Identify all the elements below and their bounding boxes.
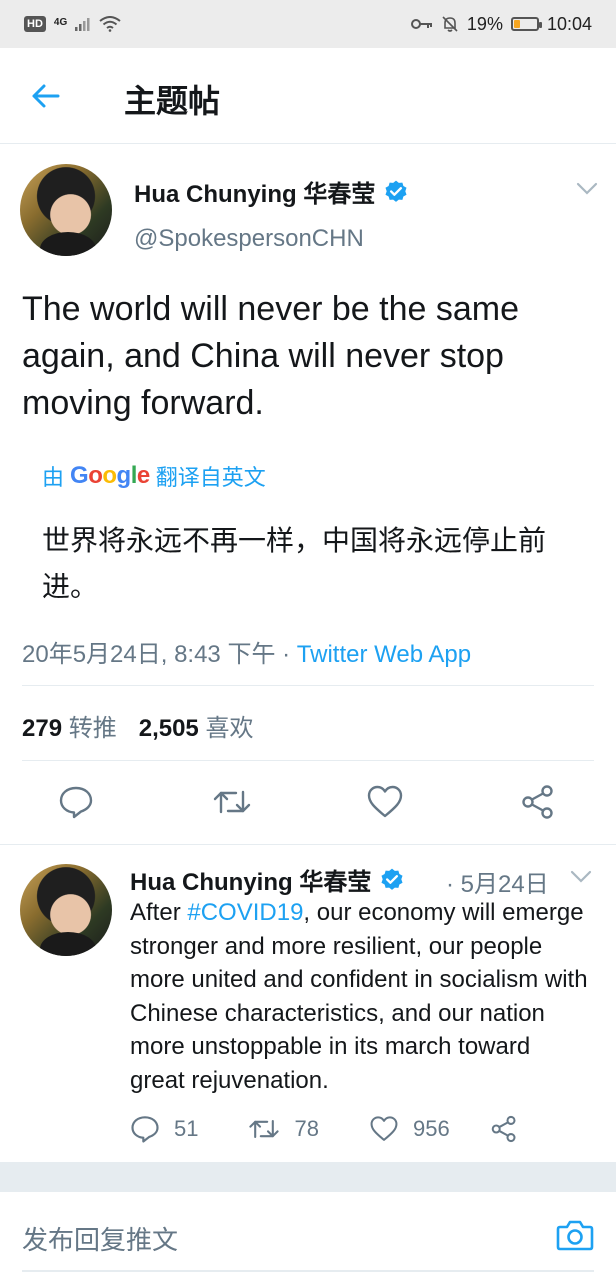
clock-time: 10:04 bbox=[546, 13, 592, 34]
avatar[interactable] bbox=[20, 864, 112, 956]
google-logo: Google bbox=[70, 462, 150, 489]
retweet-button[interactable]: 78 bbox=[248, 1114, 319, 1144]
like-button[interactable]: 956 bbox=[369, 1115, 450, 1143]
retweet-count: 78 bbox=[294, 1116, 319, 1141]
camera-icon bbox=[556, 1220, 594, 1251]
chevron-down-icon[interactable] bbox=[576, 182, 598, 196]
section-separator bbox=[0, 1162, 616, 1192]
likes-label: 喜欢 bbox=[205, 715, 254, 742]
reply-composer: 发布回复推文 bbox=[0, 1192, 616, 1280]
retweets-label: 转推 bbox=[68, 715, 117, 742]
verified-badge-icon bbox=[381, 868, 403, 890]
share-icon[interactable] bbox=[490, 1115, 518, 1143]
tweet-text-start: After bbox=[130, 899, 188, 926]
like-icon[interactable] bbox=[366, 784, 404, 820]
back-button[interactable] bbox=[28, 78, 68, 114]
retweet-icon[interactable] bbox=[212, 784, 252, 820]
wifi-icon bbox=[99, 16, 121, 32]
author-handle[interactable]: @SpokespersonCHN bbox=[134, 225, 409, 253]
like-icon bbox=[370, 1116, 398, 1141]
likes-stat[interactable]: 2,505 喜欢 bbox=[139, 708, 254, 743]
tweet-date: · 5月24日 bbox=[446, 871, 549, 898]
battery-percent: 19% bbox=[466, 13, 503, 34]
translated-by-prefix: 由 bbox=[42, 465, 65, 490]
mute-bell-icon bbox=[442, 16, 458, 32]
signal-icon bbox=[75, 18, 90, 31]
hashtag-link[interactable]: #COVID19 bbox=[187, 899, 303, 926]
retweet-icon bbox=[249, 1119, 280, 1139]
top-app-bar: 主题帖 bbox=[0, 48, 616, 144]
tweet-actions: 51 78 956 bbox=[130, 1114, 518, 1144]
tweet-text-rest: , our economy will emerge stronger and m… bbox=[130, 899, 588, 1094]
reply-button[interactable]: 51 bbox=[130, 1114, 198, 1144]
retweets-stat[interactable]: 279 转推 bbox=[22, 708, 117, 743]
tweet-text: After #COVID19, our economy will emerge … bbox=[130, 896, 590, 1098]
network-type: 4G bbox=[53, 17, 68, 28]
tweet-text: The world will never be the same again, … bbox=[22, 290, 520, 422]
engagement-stats: 279 转推 2,505 喜欢 bbox=[22, 708, 253, 743]
reply-icon bbox=[131, 1116, 159, 1143]
tweet-actions bbox=[0, 784, 616, 844]
avatar[interactable] bbox=[20, 164, 112, 256]
reply-input[interactable]: 发布回复推文 bbox=[22, 1220, 178, 1257]
retweets-count: 279 bbox=[22, 715, 63, 742]
divider bbox=[22, 760, 594, 761]
like-count: 956 bbox=[412, 1116, 450, 1141]
divider bbox=[0, 844, 616, 845]
hd-icon: HD bbox=[24, 16, 46, 32]
source-app-link[interactable]: Twitter Web App bbox=[297, 641, 471, 668]
battery-icon bbox=[510, 17, 542, 31]
camera-button[interactable] bbox=[556, 1218, 594, 1257]
input-underline bbox=[22, 1270, 594, 1272]
page-title: 主题帖 bbox=[124, 83, 221, 119]
reply-count: 51 bbox=[174, 1116, 199, 1141]
translated-text: 世界将永远不再一样，中国将永远停止前进。 bbox=[42, 525, 547, 602]
thread-tweet[interactable]: Hua Chunying 华春莹 · 5月24日 After #COVID19,… bbox=[0, 846, 616, 1162]
key-icon bbox=[410, 19, 432, 29]
tweet-meta: 20年5月24日, 8:43 下午 · Twitter Web App bbox=[22, 634, 471, 669]
author-name[interactable]: Hua Chunying 华春莹 bbox=[134, 174, 375, 209]
translated-by[interactable]: 由 Google 翻译自英文 bbox=[42, 460, 266, 492]
share-icon[interactable] bbox=[520, 784, 556, 820]
verified-badge-icon bbox=[385, 180, 407, 202]
author-name[interactable]: Hua Chunying 华春莹 bbox=[130, 862, 371, 897]
chevron-down-icon[interactable] bbox=[570, 870, 592, 884]
status-bar: HD 4G 19% 10:04 bbox=[0, 0, 616, 48]
likes-count: 2,505 bbox=[138, 715, 199, 742]
tweet-timestamp: 20年5月24日, 8:43 下午 · bbox=[22, 641, 297, 668]
translated-by-suffix: 翻译自英文 bbox=[155, 465, 266, 490]
back-arrow-icon bbox=[32, 84, 60, 108]
reply-icon[interactable] bbox=[58, 784, 94, 820]
divider bbox=[22, 685, 594, 686]
